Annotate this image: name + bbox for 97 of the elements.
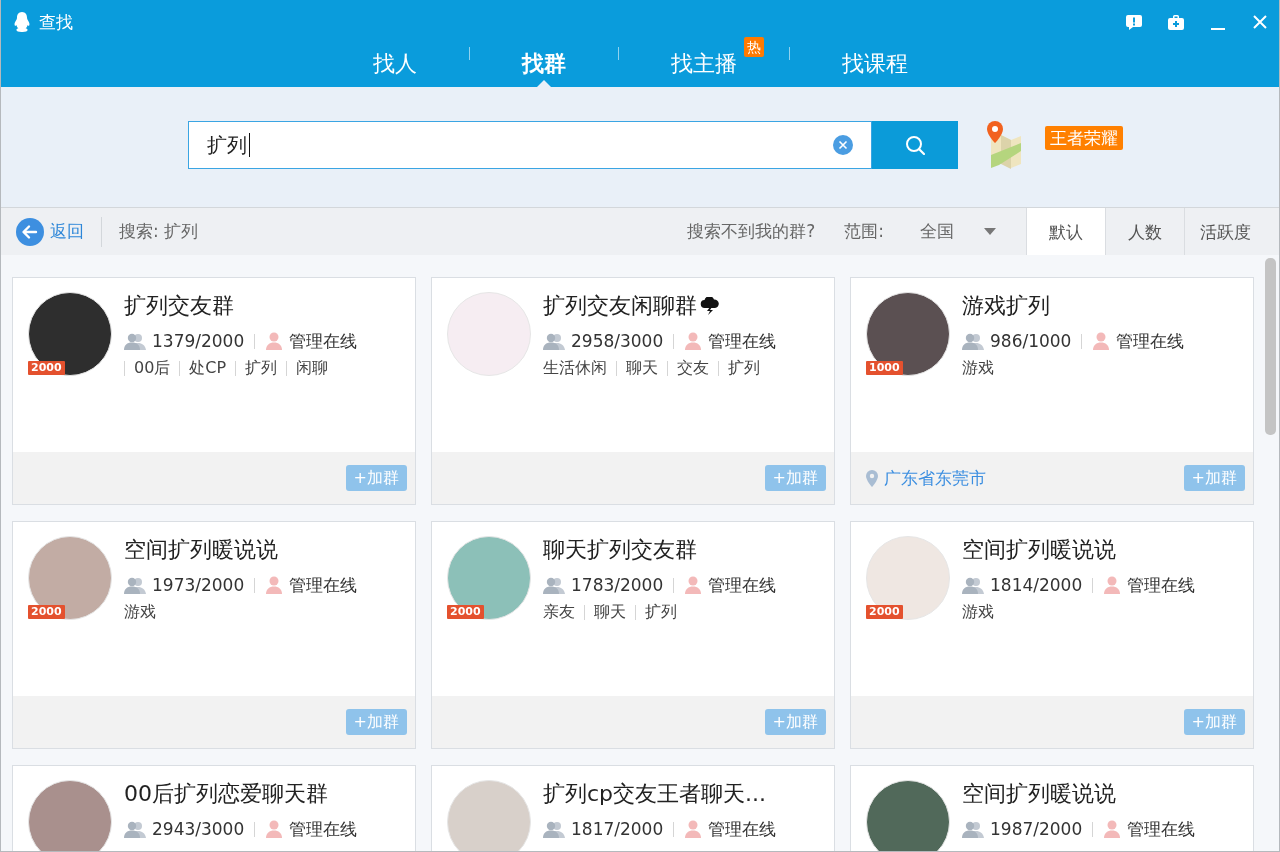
admin-icon: [684, 332, 703, 350]
group-tag: 游戏: [962, 356, 994, 380]
location-text: 广东省东莞市: [884, 466, 986, 490]
scrollbar-thumb[interactable]: [1265, 258, 1276, 435]
members-icon: [543, 820, 565, 838]
members-icon: [124, 576, 146, 594]
group-name: 空间扩列暖说说: [962, 536, 1116, 564]
members-icon: [543, 332, 565, 350]
group-name: 空间扩列暖说说: [962, 780, 1116, 808]
admin-icon: [265, 820, 284, 838]
group-name: 扩列cp交友王者聊天...: [543, 780, 767, 808]
clear-icon: [833, 135, 853, 155]
members-icon: [962, 576, 984, 594]
member-count: 986/1000: [990, 330, 1072, 353]
join-group-button[interactable]: +加群: [345, 465, 407, 491]
capacity-badge: 2000: [28, 605, 65, 619]
join-group-button[interactable]: +加群: [345, 709, 407, 735]
group-tag: 扩列: [245, 356, 278, 380]
hot-badge: 热: [743, 37, 764, 57]
caret-icon: [984, 228, 996, 235]
location-pin-icon: [866, 469, 878, 487]
join-group-button[interactable]: +加群: [764, 465, 826, 491]
group-name: 空间扩列暖说说: [124, 536, 278, 564]
hot-tag[interactable]: 王者荣耀: [1045, 126, 1123, 150]
group-tag: 聊天: [626, 356, 658, 380]
member-count: 2943/3000: [152, 818, 245, 841]
admin-status: 管理在线: [1127, 818, 1196, 841]
capacity-badge: 1000: [866, 361, 903, 375]
group-tag: 扩列: [728, 356, 760, 380]
member-count: 1973/2000: [152, 574, 245, 597]
member-count: 1783/2000: [571, 574, 664, 597]
nav-tab[interactable]: 找人: [372, 40, 417, 87]
admin-icon: [1092, 332, 1111, 350]
back-button[interactable]: 返回: [16, 208, 84, 255]
members-icon: [962, 820, 984, 838]
members-icon: [543, 576, 565, 594]
window-title: 查找: [39, 12, 73, 32]
minimize-icon: [1211, 28, 1225, 30]
admin-status: 管理在线: [1127, 574, 1196, 597]
group-tag: 游戏: [124, 600, 156, 624]
member-count: 1817/2000: [571, 818, 664, 841]
group-tag: 游戏: [962, 600, 994, 624]
text-cursor: [249, 133, 250, 157]
member-count: 2958/3000: [571, 330, 664, 353]
admin-status: 管理在线: [708, 818, 777, 841]
admin-status: 管理在线: [289, 818, 358, 841]
admin-status: 管理在线: [289, 330, 358, 353]
admin-icon: [684, 820, 703, 838]
feedback-icon: [1126, 14, 1142, 30]
group-name: 聊天扩列交友群: [543, 536, 697, 564]
member-count: 1987/2000: [990, 818, 1083, 841]
group-name: 扩列交友群: [124, 292, 234, 320]
admin-status: 管理在线: [708, 574, 777, 597]
members-icon: [962, 332, 984, 350]
admin-icon: [1103, 820, 1122, 838]
join-group-button[interactable]: +加群: [1183, 465, 1245, 491]
group-tag: 亲友: [543, 600, 575, 624]
group-name: 扩列交友闲聊群: [543, 292, 697, 320]
members-icon: [124, 820, 146, 838]
sort-tab[interactable]: 默认: [1026, 208, 1105, 255]
admin-icon: [265, 576, 284, 594]
nav-tab[interactable]: 找课程: [841, 40, 908, 87]
admin-status: 管理在线: [708, 330, 777, 353]
clear-button[interactable]: [833, 135, 853, 155]
group-tag: 生活休闲: [543, 356, 607, 380]
admin-icon: [1103, 576, 1122, 594]
search-button[interactable]: [872, 121, 958, 169]
members-icon: [124, 332, 146, 350]
close-icon: [1253, 15, 1267, 29]
search-icon: [905, 135, 925, 155]
capacity-badge: 2000: [447, 605, 484, 619]
member-count: 1814/2000: [990, 574, 1083, 597]
search-query-text: 搜索: 扩列: [119, 220, 199, 243]
group-tag: 00后: [134, 356, 171, 380]
capacity-badge: 2000: [28, 361, 65, 375]
help-link[interactable]: 搜索不到我的群?: [687, 220, 816, 243]
capacity-badge: 2000: [866, 605, 903, 619]
group-name: 00后扩列恋爱聊天群: [124, 780, 328, 808]
group-tag: 闲聊: [296, 356, 329, 380]
admin-icon: [265, 332, 284, 350]
member-count: 1379/2000: [152, 330, 245, 353]
nav-tab[interactable]: 找群: [521, 40, 566, 87]
join-group-button[interactable]: +加群: [1183, 709, 1245, 735]
bag-icon: [1168, 14, 1184, 30]
group-tag: 扩列: [645, 600, 677, 624]
group-tag: 交友: [677, 356, 709, 380]
admin-status: 管理在线: [289, 574, 358, 597]
group-tag: 聊天: [594, 600, 626, 624]
group-tag: 处CP: [189, 356, 227, 380]
join-group-button[interactable]: +加群: [764, 709, 826, 735]
range-label: 范围:: [844, 220, 884, 243]
range-dropdown[interactable]: 全国: [920, 220, 996, 243]
admin-icon: [684, 576, 703, 594]
penguin-logo-icon: [13, 11, 31, 33]
admin-status: 管理在线: [1116, 330, 1185, 353]
group-name: 游戏扩列: [962, 292, 1050, 320]
search-field[interactable]: 扩列: [188, 121, 872, 169]
